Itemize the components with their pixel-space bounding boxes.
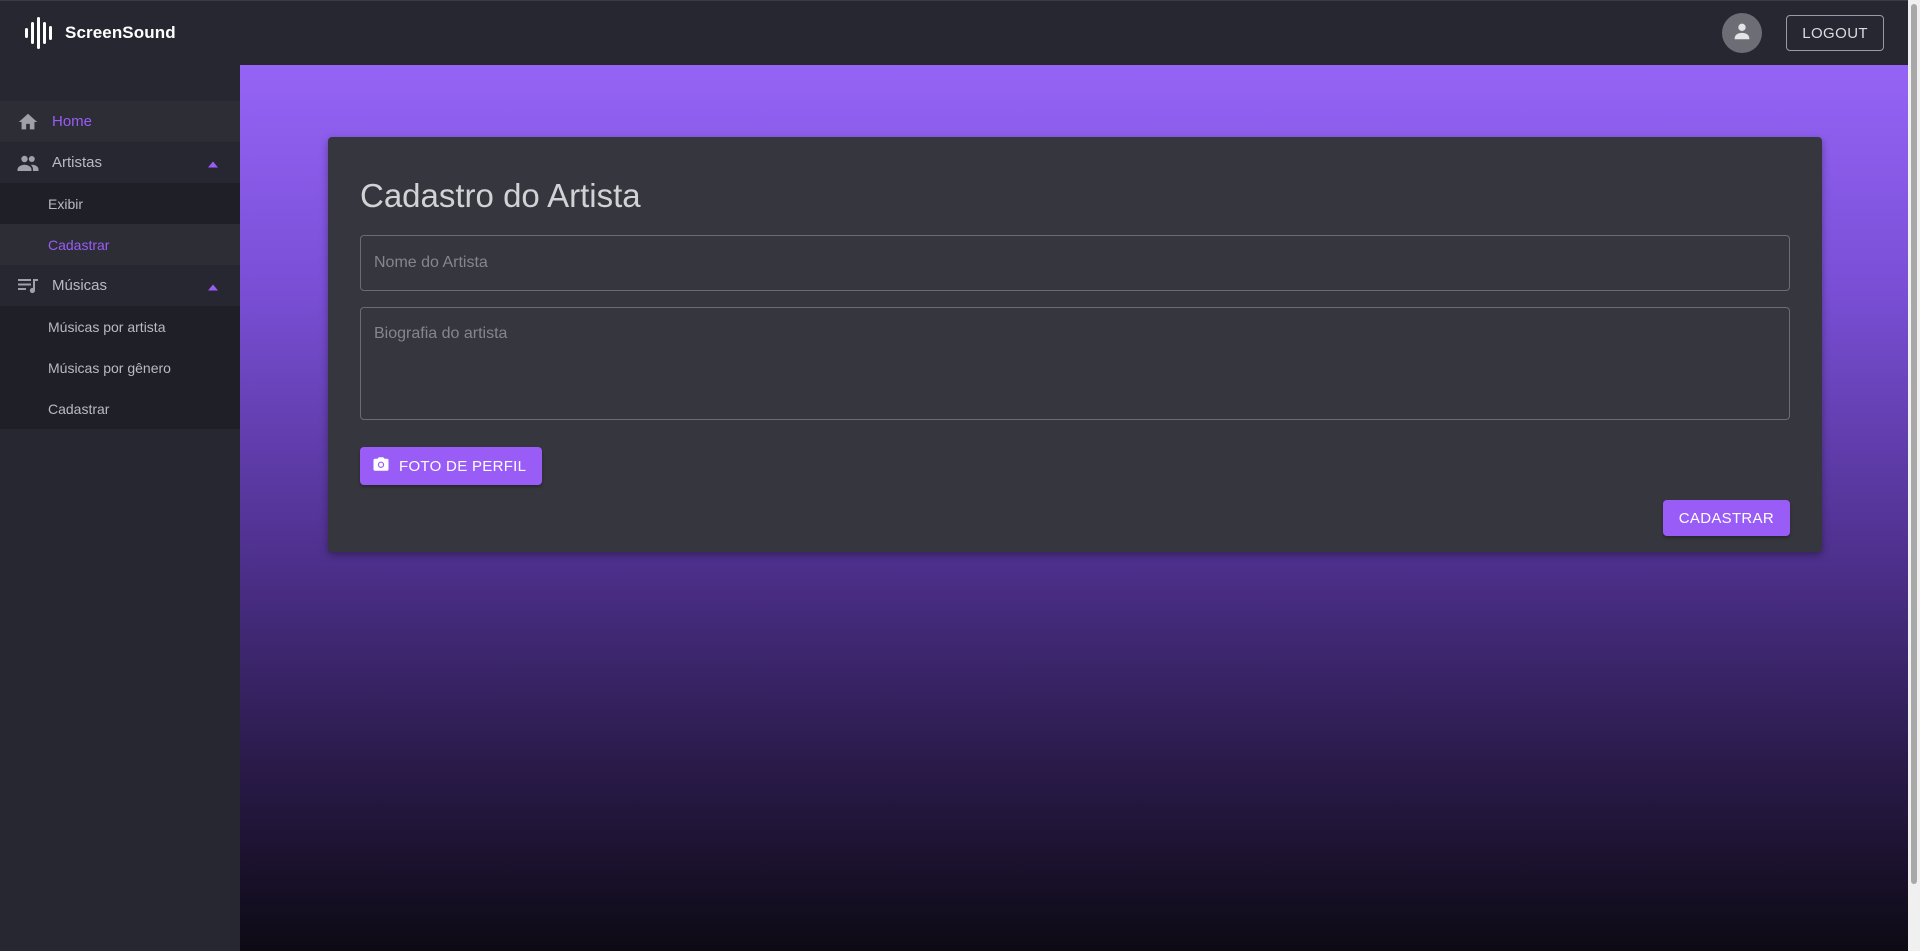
artist-form-card: Cadastro do Artista FOTO DE PERFIL CADAS… <box>328 137 1822 552</box>
sidebar: Home Artistas Exibir Cadastrar Músicas M… <box>0 65 240 951</box>
top-app-bar: ScreenSound LOGOUT <box>0 0 1908 65</box>
brand[interactable]: ScreenSound <box>24 16 176 50</box>
person-icon <box>1731 20 1753 47</box>
profile-photo-label: FOTO DE PERFIL <box>399 457 527 475</box>
artist-name-input[interactable] <box>360 235 1790 291</box>
sidebar-item-artistas[interactable]: Artistas <box>0 142 240 183</box>
profile-photo-button[interactable]: FOTO DE PERFIL <box>360 447 543 485</box>
sidebar-item-label: Artistas <box>52 154 103 171</box>
sidebar-subitem-musicas-por-artista[interactable]: Músicas por artista <box>0 306 240 347</box>
sidebar-subitem-cadastrar-musica[interactable]: Cadastrar <box>0 388 240 429</box>
artistas-submenu: Exibir Cadastrar <box>0 183 240 265</box>
brand-name: ScreenSound <box>65 23 176 42</box>
avatar[interactable] <box>1722 13 1763 53</box>
page-title: Cadastro do Artista <box>360 177 641 214</box>
people-icon <box>16 151 40 175</box>
sidebar-item-label: Músicas <box>52 277 108 294</box>
queue-music-icon <box>16 274 40 298</box>
sidebar-item-label: Home <box>52 113 93 130</box>
scrollbar-thumb[interactable] <box>1911 4 1917 884</box>
sound-wave-icon <box>24 16 56 50</box>
sidebar-item-home[interactable]: Home <box>0 101 240 142</box>
musicas-submenu: Músicas por artista Músicas por gênero C… <box>0 306 240 429</box>
scrollbar[interactable] <box>1908 0 1920 951</box>
sidebar-subitem-cadastrar-artista[interactable]: Cadastrar <box>0 224 240 265</box>
sidebar-subitem-musicas-por-genero[interactable]: Músicas por gênero <box>0 347 240 388</box>
caret-up-icon <box>208 154 218 171</box>
sidebar-subitem-exibir[interactable]: Exibir <box>0 183 240 224</box>
home-icon <box>16 110 40 134</box>
caret-up-icon <box>208 277 218 294</box>
camera-icon <box>372 455 390 477</box>
logout-button[interactable]: LOGOUT <box>1786 15 1884 51</box>
sidebar-item-musicas[interactable]: Músicas <box>0 265 240 306</box>
artist-bio-textarea[interactable] <box>360 307 1790 420</box>
submit-cadastrar-button[interactable]: CADASTRAR <box>1662 500 1790 536</box>
main-content: Cadastro do Artista FOTO DE PERFIL CADAS… <box>240 65 1908 951</box>
